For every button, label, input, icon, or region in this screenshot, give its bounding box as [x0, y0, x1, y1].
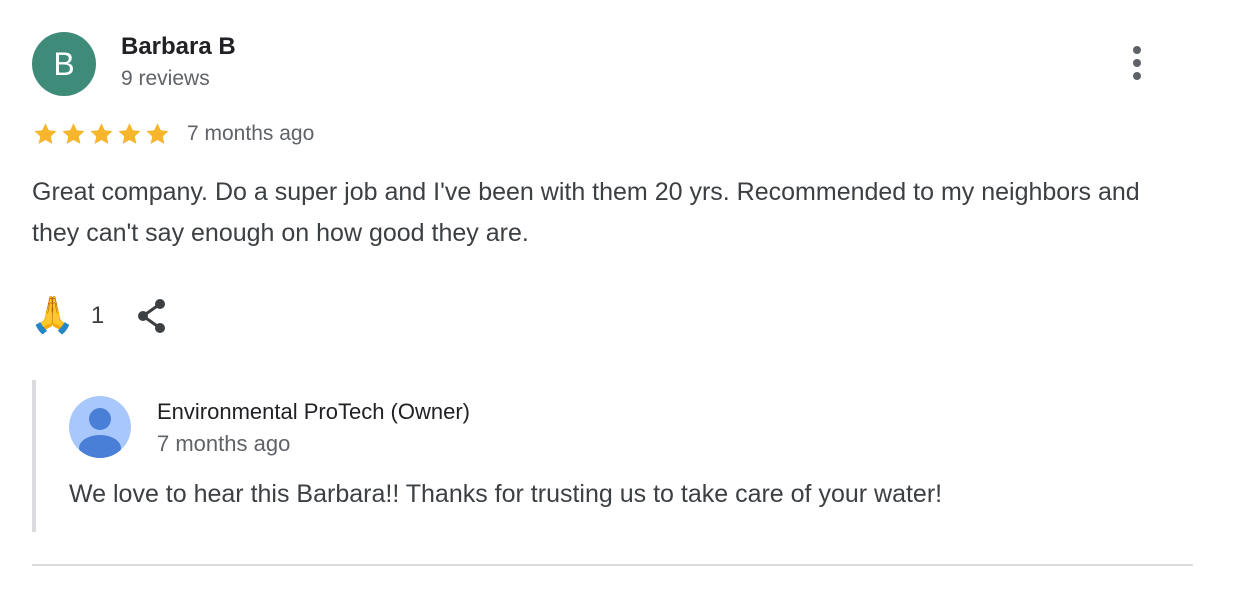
author-avatar[interactable]: B: [32, 32, 96, 96]
share-button[interactable]: [134, 296, 170, 336]
share-icon: [138, 299, 166, 333]
review-text: Great company. Do a super job and I've b…: [32, 178, 1140, 247]
folded-hands-icon: 🙏: [30, 295, 75, 336]
star-icon: [90, 122, 113, 144]
star-icon: [62, 122, 85, 144]
author-review-count[interactable]: 9 reviews: [121, 67, 210, 91]
more-vert-icon: [1133, 46, 1141, 80]
owner-reply: Environmental ProTech (Owner) 7 months a…: [32, 380, 1166, 532]
rating-row: 7 months ago: [32, 118, 314, 150]
review-actions: 🙏 1: [30, 294, 170, 338]
more-options-button[interactable]: [1119, 42, 1155, 86]
review-card: B Barbara B 9 reviews 7 months ago Great…: [0, 0, 1234, 600]
owner-avatar: [69, 396, 131, 458]
review-date: 7 months ago: [187, 122, 315, 145]
owner-name: Environmental ProTech (Owner): [157, 399, 471, 424]
star-icon: [118, 122, 141, 144]
star-icon: [34, 122, 57, 144]
owner-reply-text: We love to hear this Barbara!! Thanks fo…: [69, 480, 943, 508]
star-rating: [32, 121, 171, 148]
star-icon: [146, 122, 169, 144]
reaction-button[interactable]: 🙏 1: [30, 294, 104, 338]
reaction-count: 1: [90, 302, 105, 329]
review-divider: [32, 564, 1193, 566]
owner-reply-date: 7 months ago: [157, 431, 291, 456]
author-name[interactable]: Barbara B: [121, 33, 236, 61]
default-profile-icon: [79, 408, 121, 458]
